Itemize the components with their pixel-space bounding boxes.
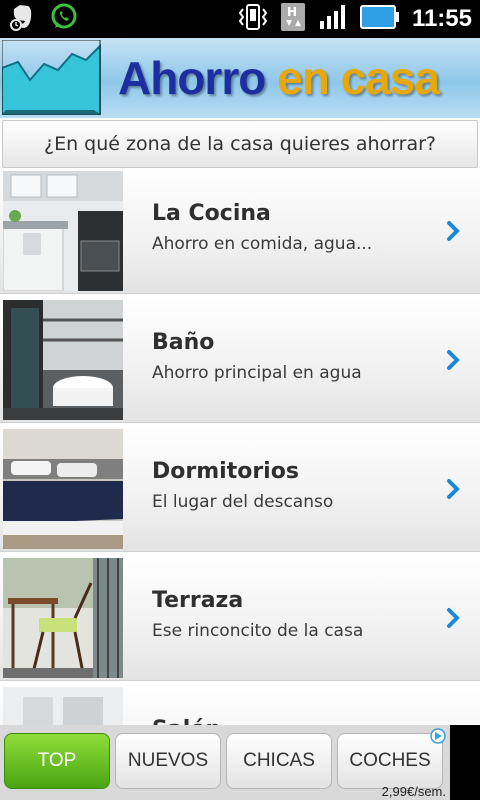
chevron-right-icon xyxy=(446,607,460,633)
kitchen-thumbnail xyxy=(3,171,123,291)
ad-tab-top[interactable]: TOP xyxy=(4,733,110,789)
status-bar: H 11:55 xyxy=(0,0,480,38)
ad-tab-coches[interactable]: COCHES xyxy=(337,733,443,789)
list-item-terraza[interactable]: Terraza Ese rinconcito de la casa xyxy=(0,555,480,681)
room-subtitle: Ahorro en comida, agua... xyxy=(152,234,373,254)
list-item-salon[interactable]: Salón xyxy=(0,684,480,725)
ad-price: 2,99€/sem. xyxy=(381,784,446,799)
svg-text:H: H xyxy=(287,5,297,19)
room-title: Dormitorios xyxy=(152,459,299,484)
battery-icon xyxy=(359,4,400,34)
room-title: Baño xyxy=(152,330,215,355)
room-subtitle: Ese rinconcito de la casa xyxy=(152,621,364,641)
evernote-icon xyxy=(8,3,36,35)
list-item-cocina[interactable]: La Cocina Ahorro en comida, agua... xyxy=(0,168,480,294)
terrace-thumbnail xyxy=(3,558,123,678)
adchoices-icon[interactable] xyxy=(430,728,446,748)
chevron-right-icon xyxy=(446,478,460,504)
signal-icon xyxy=(318,3,348,35)
app-title-part2: en casa xyxy=(277,52,440,104)
room-list[interactable]: La Cocina Ahorro en comida, agua... Baño… xyxy=(0,168,480,725)
whatsapp-icon xyxy=(50,3,78,35)
room-title: Salón xyxy=(152,717,221,725)
vibrate-icon xyxy=(238,3,268,35)
ad-side-panel xyxy=(450,725,480,800)
room-title: La Cocina xyxy=(152,201,271,226)
living-room-thumbnail xyxy=(3,687,123,725)
app-title-part1: Ahorro xyxy=(118,52,266,104)
list-item-bano[interactable]: Baño Ahorro principal en agua xyxy=(0,297,480,423)
chevron-right-icon xyxy=(446,349,460,375)
room-subtitle: El lugar del descanso xyxy=(152,492,334,512)
ad-banner[interactable]: TOP NUEVOS CHICAS COCHES 2,99€/sem. xyxy=(0,725,450,800)
savings-chart-logo xyxy=(2,40,101,115)
app-header-banner: Ahorro en casa xyxy=(0,38,480,118)
section-question: ¿En qué zona de la casa quieres ahorrar? xyxy=(2,120,478,168)
list-item-dormitorios[interactable]: Dormitorios El lugar del descanso xyxy=(0,426,480,552)
ad-tab-chicas[interactable]: CHICAS xyxy=(226,733,332,789)
room-subtitle: Ahorro principal en agua xyxy=(152,363,362,383)
clock: 11:55 xyxy=(411,5,472,32)
ad-tab-nuevos[interactable]: NUEVOS xyxy=(115,733,221,789)
bedroom-thumbnail xyxy=(3,429,123,549)
hspa-icon: H xyxy=(280,2,306,36)
bathroom-thumbnail xyxy=(3,300,123,420)
room-title: Terraza xyxy=(152,588,244,613)
chevron-right-icon xyxy=(446,220,460,246)
app-title: Ahorro en casa xyxy=(118,48,440,108)
